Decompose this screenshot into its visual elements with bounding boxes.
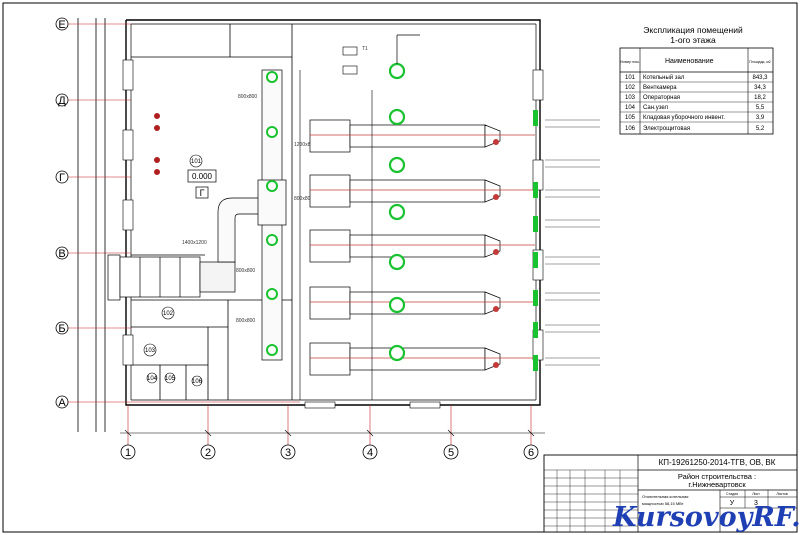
axis-bubble-row-b: Б: [55, 321, 69, 335]
axis-bubble-col-6: 6: [523, 444, 539, 460]
room-tag-101: 101: [189, 154, 203, 168]
room-tag-103: 103: [143, 343, 157, 357]
boiler-unit-5: [309, 342, 538, 376]
axis-bubble-row-d: Д: [55, 93, 69, 107]
svg-text:104: 104: [147, 376, 158, 382]
svg-text:103: 103: [145, 348, 156, 354]
svg-text:Операторная: Операторная: [643, 95, 680, 101]
svg-text:106: 106: [625, 126, 636, 132]
axis-bubble-col-5: 5: [443, 444, 459, 460]
location-line-2: г.Нижневартовск: [688, 480, 746, 489]
boiler-unit-2: [309, 156, 538, 221]
left-walls: [77, 18, 106, 432]
axis-lines-vertical: [127, 405, 532, 445]
schedule-row: 102 Венткамера 34,3: [620, 85, 773, 93]
room-schedule: Экспликация помещений 1-ого этажа Номер …: [619, 25, 774, 135]
sheet-name-line-1: Отопительная котельная: [642, 494, 688, 499]
svg-text:104: 104: [625, 105, 636, 111]
axis-bubble-col-4: 4: [362, 444, 378, 460]
svg-text:Г: Г: [200, 188, 205, 198]
svg-text:105: 105: [625, 115, 636, 121]
svg-text:102: 102: [625, 85, 636, 91]
schedule-col-area: Площадь, м2: [749, 60, 771, 64]
svg-text:5: 5: [448, 447, 454, 459]
watermark-text: KursovoyRF.ru: [612, 502, 800, 533]
svg-text:105: 105: [165, 376, 176, 382]
schedule-row: 104 Сан.узел 5,5: [620, 105, 773, 113]
room-tag-102: 102: [161, 306, 175, 320]
axis-bubble-row-e: Е: [55, 17, 69, 31]
svg-text:103: 103: [625, 95, 636, 101]
schedule-title: Экспликация помещений: [643, 25, 743, 35]
axis-bubble-row-v: В: [55, 246, 69, 260]
svg-text:34,3: 34,3: [754, 85, 766, 91]
svg-text:Электрощитовая: Электрощитовая: [643, 126, 690, 132]
room-tag-105: 105: [164, 372, 176, 384]
level-mark: 0.000: [187, 169, 217, 183]
svg-text:0.000: 0.000: [192, 172, 213, 181]
duct-size-label: 1400х1200: [182, 240, 207, 246]
duct-size-label: 800х800: [236, 318, 255, 324]
duct-size-label: 800х800: [236, 268, 255, 274]
svg-text:2: 2: [205, 447, 211, 459]
schedule-row: 106 Электрощитовая 5,2: [625, 126, 765, 132]
schedule-col-no: Номер пом.: [621, 60, 640, 64]
schedule-row: 103 Операторная 18,2: [620, 95, 773, 103]
schedule-row: 101 Котельный зал 843,3: [620, 74, 773, 83]
schedule-subtitle: 1-ого этажа: [670, 35, 716, 45]
svg-text:Г: Г: [59, 172, 65, 184]
schedule-row: 105 Кладовая уборочного инвент. 3,9: [620, 115, 773, 123]
top-equipment: [342, 34, 420, 80]
svg-text:Д: Д: [58, 95, 66, 107]
air-handling-unit: [107, 254, 236, 301]
watermark: KursovoyRF.ru: [612, 502, 800, 533]
axis-bubble-row-a: А: [55, 395, 69, 409]
svg-text:Б: Б: [58, 323, 65, 335]
drawing-sheet: Е Д Г В Б А 1 2 3 4 5 6 800х800 1200х800…: [2, 2, 800, 533]
svg-text:102: 102: [163, 311, 174, 317]
pipe-tag: Т1: [362, 46, 368, 52]
svg-text:3: 3: [285, 447, 291, 459]
svg-text:5,2: 5,2: [756, 126, 765, 132]
axis-bubbles-cols: 1 2 3 4 5 6: [120, 444, 539, 460]
boiler-unit-4: [309, 286, 538, 338]
svg-text:В: В: [58, 248, 65, 260]
sheet-header: Лист: [752, 492, 760, 496]
outlet-tags: [545, 119, 600, 366]
svg-text:106: 106: [192, 379, 203, 385]
schedule-col-name: Наименование: [665, 58, 714, 65]
axis-bubble-col-3: 3: [280, 444, 296, 460]
svg-text:Котельный зал: Котельный зал: [643, 74, 685, 81]
axis-bubble-col-1: 1: [120, 444, 136, 460]
boiler-unit-1: [309, 108, 538, 153]
svg-text:18,2: 18,2: [754, 95, 766, 101]
svg-text:1: 1: [125, 447, 131, 459]
svg-text:4: 4: [367, 447, 373, 459]
room-tag-106: 106: [191, 375, 203, 387]
room-symbol: Г: [195, 186, 209, 199]
axis-bubble-col-2: 2: [200, 444, 216, 460]
floor-equipment: [154, 113, 160, 175]
svg-text:А: А: [58, 397, 66, 409]
svg-text:Кладовая уборочного инвент.: Кладовая уборочного инвент.: [643, 115, 725, 121]
axis-bubbles-rows: Е Д Г В Б А: [55, 17, 69, 409]
stage-header: Стадия: [726, 492, 738, 496]
boiler-unit-3: [309, 216, 538, 271]
svg-text:5,5: 5,5: [756, 105, 765, 111]
axis-bubble-row-g: Г: [55, 170, 69, 184]
svg-text:101: 101: [625, 75, 636, 81]
svg-text:3,9: 3,9: [756, 115, 765, 121]
svg-text:843,3: 843,3: [752, 75, 768, 81]
room-tag-104: 104: [146, 372, 158, 384]
drawing-code: КП-19261250-2014-ТГВ, ОВ, ВК: [659, 458, 776, 467]
svg-text:Е: Е: [58, 19, 65, 31]
svg-text:Венткамера: Венткамера: [643, 85, 677, 91]
sheets-header: Листов: [776, 492, 788, 496]
svg-text:Сан.узел: Сан.узел: [643, 105, 669, 111]
svg-text:101: 101: [191, 159, 202, 165]
duct-size-label: 800х800: [238, 94, 257, 100]
svg-text:6: 6: [528, 447, 534, 459]
